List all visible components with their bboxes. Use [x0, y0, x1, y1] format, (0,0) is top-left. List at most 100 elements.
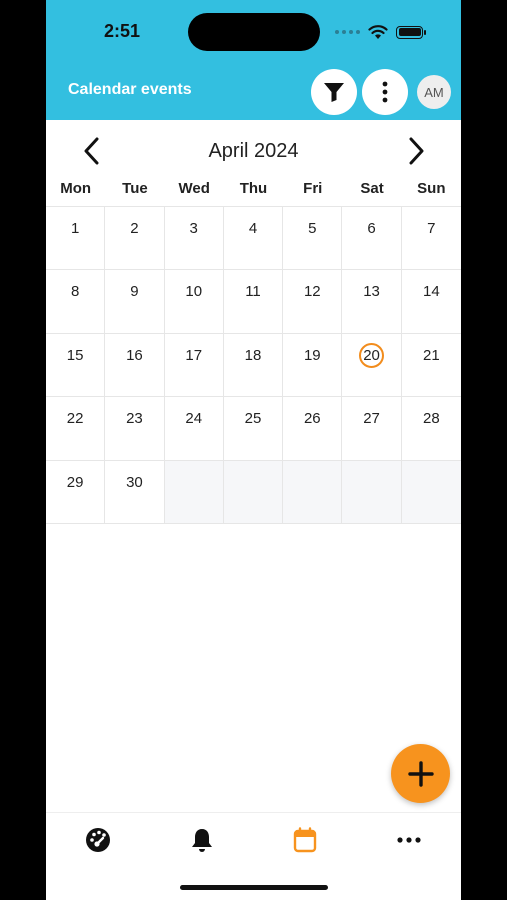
phone-screen: 2:51 Calendar events AM April 2024 Mon T…: [46, 0, 461, 900]
calendar-day-cell[interactable]: 12: [283, 270, 343, 334]
calendar-day-cell[interactable]: 13: [342, 270, 402, 334]
weekday-label: Thu: [239, 180, 268, 197]
calendar-empty-cell: [164, 460, 224, 524]
day-number: 24: [185, 410, 203, 428]
wifi-icon: [368, 25, 388, 39]
weekday-header: Mon Tue Wed Thu Fri Sat Sun: [46, 180, 461, 204]
cellular-signal-icon: [335, 30, 360, 34]
calendar-day-cell[interactable]: 5: [283, 207, 343, 271]
calendar-day-cell[interactable]: 16: [105, 333, 165, 398]
day-number: 9: [130, 283, 139, 301]
filter-button[interactable]: [311, 69, 357, 115]
day-number: 11: [245, 283, 261, 301]
month-label: April 2024: [208, 140, 299, 162]
chevron-right-icon: [409, 137, 424, 165]
dynamic-island: [188, 13, 320, 51]
more-options-button[interactable]: [362, 69, 408, 115]
day-number: 17: [185, 346, 203, 364]
calendar-day-cell[interactable]: 1: [46, 207, 106, 271]
add-event-button[interactable]: [391, 744, 450, 803]
month-navigation: April 2024: [46, 128, 461, 174]
weekday-label: Fri: [303, 180, 323, 197]
calendar-day-cell[interactable]: 20: [342, 333, 402, 398]
calendar-day-cell[interactable]: 18: [223, 333, 284, 398]
day-number: 14: [423, 283, 440, 301]
day-number: 20: [363, 346, 380, 364]
calendar-day-cell[interactable]: 2: [105, 207, 165, 271]
calendar-empty-cell: [223, 460, 284, 524]
calendar-day-cell[interactable]: 11: [223, 270, 284, 334]
next-month-button[interactable]: [402, 134, 432, 168]
page-title: Calendar events: [68, 81, 192, 98]
calendar-icon: [294, 827, 317, 853]
calendar-day-cell[interactable]: 6: [342, 207, 402, 271]
day-number: 28: [423, 410, 440, 428]
calendar-day-cell[interactable]: 7: [401, 207, 461, 271]
day-number: 30: [126, 473, 143, 491]
day-number: 18: [244, 346, 262, 364]
day-number: 8: [70, 283, 80, 301]
dashboard-icon: [85, 828, 110, 852]
calendar-day-cell[interactable]: 23: [105, 397, 165, 461]
day-number: 23: [126, 410, 143, 428]
more-horizontal-icon: [397, 837, 421, 843]
tab-more[interactable]: [357, 813, 461, 867]
calendar-empty-cell: [283, 460, 343, 524]
calendar-day-cell[interactable]: 27: [342, 397, 402, 461]
calendar-day-cell[interactable]: 25: [223, 397, 284, 461]
calendar-day-cell[interactable]: 15: [46, 333, 106, 398]
day-number: 13: [363, 283, 380, 301]
calendar-day-cell[interactable]: 24: [164, 397, 224, 461]
battery-icon: [396, 25, 426, 39]
calendar-day-cell[interactable]: 19: [283, 333, 343, 398]
day-number: 4: [248, 220, 258, 237]
calendar-day-cell[interactable]: 17: [164, 333, 224, 398]
calendar-empty-cell: [342, 460, 402, 524]
calendar-day-cell[interactable]: 4: [223, 207, 284, 271]
day-number: 7: [427, 220, 436, 237]
day-number: 19: [303, 346, 321, 364]
calendar-grid: 1 2 3 4 5 6 7 8 9 10 11 12 13 14 15 16 17 18 19 20 21 22 23 24 2…: [46, 206, 461, 524]
day-number: 2: [130, 220, 139, 237]
calendar-day-cell[interactable]: 21: [401, 333, 461, 398]
status-time: 2:51: [104, 21, 141, 41]
tab-calendar[interactable]: [254, 813, 358, 867]
weekday-label: Tue: [122, 180, 148, 197]
more-vertical-icon: [382, 81, 388, 103]
weekday-label: Wed: [178, 180, 210, 197]
day-number: 16: [126, 346, 143, 364]
day-number: 21: [423, 346, 440, 364]
day-number: 25: [244, 410, 262, 428]
day-number: 3: [189, 220, 198, 237]
calendar-day-cell[interactable]: 28: [401, 397, 461, 461]
app-header: 2:51 Calendar events AM: [46, 0, 461, 120]
home-indicator: [180, 885, 328, 890]
day-number: 5: [308, 220, 317, 237]
status-icons: [335, 24, 426, 40]
calendar-day-cell[interactable]: 22: [46, 397, 106, 461]
calendar-day-cell[interactable]: 26: [283, 397, 343, 461]
tab-notifications[interactable]: [150, 813, 254, 867]
day-number: 12: [303, 283, 321, 301]
avatar[interactable]: AM: [417, 75, 451, 109]
day-number: 22: [66, 410, 84, 428]
day-number: 10: [185, 283, 203, 301]
plus-icon: [407, 760, 434, 787]
day-number: 15: [66, 346, 84, 364]
calendar-day-cell[interactable]: 3: [164, 207, 224, 271]
calendar-day-cell[interactable]: 9: [105, 270, 165, 334]
calendar-day-cell[interactable]: 10: [164, 270, 224, 334]
calendar-empty-cell: [401, 460, 461, 524]
bell-icon: [191, 829, 212, 852]
calendar-day-cell[interactable]: 14: [401, 270, 461, 334]
tab-dashboard[interactable]: [46, 813, 150, 867]
calendar-day-cell[interactable]: 8: [46, 270, 106, 334]
day-number: 26: [303, 410, 321, 428]
calendar-day-cell[interactable]: 29: [46, 460, 106, 524]
weekday-label: Mon: [60, 180, 92, 197]
calendar-day-cell[interactable]: 30: [105, 460, 165, 524]
day-number: 27: [363, 410, 380, 428]
day-number: 29: [66, 473, 84, 491]
filter-icon: [324, 83, 344, 102]
weekday-label: Sat: [360, 180, 384, 197]
